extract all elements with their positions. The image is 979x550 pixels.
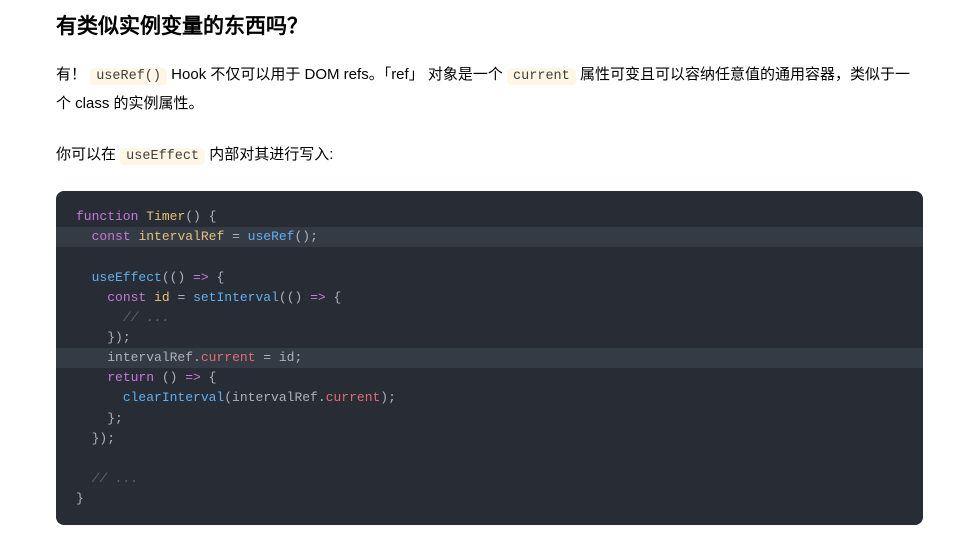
- code-line: }: [56, 489, 923, 509]
- paragraph-2: 你可以在 useEffect 内部对其进行写入:: [56, 141, 923, 170]
- code-line: });: [56, 429, 923, 449]
- code-line: };: [56, 409, 923, 429]
- code-line: useEffect(() => {: [56, 268, 923, 288]
- code-line: const intervalRef = useRef();: [56, 227, 923, 247]
- text: 你可以在: [56, 146, 120, 163]
- code-line: [56, 449, 923, 469]
- text: 有！: [56, 66, 86, 83]
- code-line: });: [56, 328, 923, 348]
- section-heading: 有类似实例变量的东西吗？: [56, 12, 923, 41]
- code-line: const id = setInterval(() => {: [56, 288, 923, 308]
- code-line: // ...: [56, 308, 923, 328]
- inline-code-current: current: [507, 68, 576, 85]
- code-line: return () => {: [56, 368, 923, 388]
- code-line: [56, 247, 923, 267]
- code-line: clearInterval(intervalRef.current);: [56, 388, 923, 408]
- text: 内部对其进行写入:: [209, 146, 333, 163]
- inline-code-useeffect: useEffect: [120, 148, 205, 165]
- text: Hook 不仅可以用于 DOM refs。「ref」 对象是一个: [171, 66, 507, 83]
- article-container: 有类似实例变量的东西吗？ 有！ useRef() Hook 不仅可以用于 DOM…: [0, 0, 979, 545]
- code-block: function Timer() { const intervalRef = u…: [56, 191, 923, 525]
- code-line: // ...: [56, 469, 923, 489]
- code-line: intervalRef.current = id;: [56, 348, 923, 368]
- inline-code-useref: useRef(): [90, 68, 167, 85]
- paragraph-1: 有！ useRef() Hook 不仅可以用于 DOM refs。「ref」 对…: [56, 61, 923, 118]
- code-line: function Timer() {: [56, 207, 923, 227]
